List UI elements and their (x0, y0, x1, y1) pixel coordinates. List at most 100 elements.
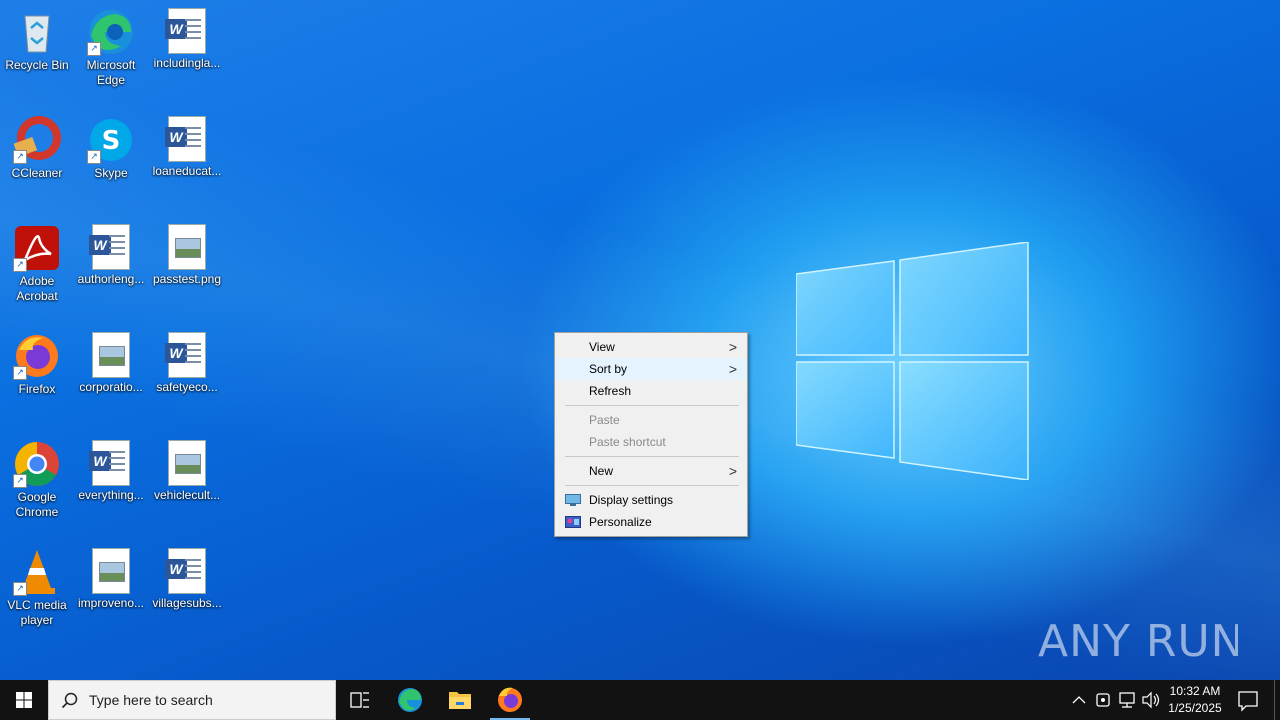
network-icon (1119, 692, 1135, 708)
notification-icon (1238, 691, 1258, 712)
word-document-icon: W (165, 116, 206, 162)
desktop-icon-word-doc[interactable]: W loaneducat... (150, 114, 224, 179)
desktop-icon-label: includingla... (153, 56, 221, 70)
menu-item-refresh[interactable]: Refresh (555, 380, 747, 402)
taskbar-search-box[interactable]: Type here to search (48, 680, 336, 720)
taskbar-clock[interactable]: 10:32 AM 1/25/2025 (1162, 683, 1228, 717)
show-desktop-button[interactable] (1274, 680, 1280, 720)
image-file-icon (92, 548, 130, 594)
menu-item-view[interactable]: View > (555, 336, 747, 358)
search-icon (61, 692, 78, 709)
tray-device-button[interactable] (1092, 680, 1114, 720)
taskbar-firefox-button[interactable] (486, 680, 534, 720)
desktop-icon-label: improveno... (77, 596, 145, 610)
desktop-context-menu: View > Sort by > Refresh Paste Paste sho… (554, 332, 748, 537)
desktop-icon-skype[interactable]: S ↗ Skype (74, 114, 148, 181)
image-file-icon (168, 224, 206, 270)
taskbar: Type here to search 10:32 AM 1/25/2025 (0, 680, 1280, 720)
tray-volume-button[interactable] (1140, 680, 1162, 720)
shortcut-arrow-icon: ↗ (13, 150, 27, 164)
edge-icon (398, 688, 422, 712)
usb-device-icon (1096, 693, 1110, 707)
chevron-right-icon: > (728, 361, 737, 377)
clock-time: 10:32 AM (1169, 684, 1221, 698)
desktop-icon-label: Microsoft Edge (86, 58, 136, 87)
windows-start-icon (16, 692, 32, 708)
desktop-icon-label: Firefox (18, 382, 56, 396)
desktop-icon-word-doc[interactable]: W safetyeco... (150, 330, 224, 395)
desktop-icon-word-doc[interactable]: W everything... (74, 438, 148, 503)
desktop-icon-label: authorleng... (77, 272, 145, 286)
desktop-icon-image-file[interactable]: improveno... (74, 546, 148, 611)
menu-separator (565, 456, 739, 457)
desktop-icon-label: VLC media player (7, 598, 67, 627)
desktop-icon-ccleaner[interactable]: ↗ CCleaner (0, 114, 74, 181)
ccleaner-icon: ↗ (13, 116, 61, 164)
desktop-icon-label: Recycle Bin (5, 58, 69, 72)
menu-item-label: Paste (589, 413, 620, 427)
edge-icon: ↗ (87, 8, 135, 56)
shortcut-arrow-icon: ↗ (13, 258, 27, 272)
desktop-icon-label: passtest.png (152, 272, 222, 286)
menu-separator (565, 405, 739, 406)
task-view-icon (350, 692, 369, 708)
desktop-icon-firefox[interactable]: ↗ Firefox (0, 330, 74, 397)
menu-item-label: Sort by (589, 362, 628, 376)
desktop-icon-microsoft-edge[interactable]: ↗ Microsoft Edge (74, 6, 148, 88)
desktop-icon-label: everything... (78, 488, 144, 502)
desktop-icon-google-chrome[interactable]: ↗ Google Chrome (0, 438, 74, 520)
desktop-icon-label: villagesubs... (152, 596, 222, 610)
vlc-cone-icon: ↗ (13, 548, 61, 596)
desktop-icon-image-file[interactable]: vehiclecult... (150, 438, 224, 503)
taskbar-edge-button[interactable] (386, 680, 434, 720)
desktop-icon-label: Google Chrome (15, 490, 59, 519)
windows-logo-wallpaper (795, 241, 1030, 481)
word-document-icon: W (165, 8, 206, 54)
task-view-button[interactable] (336, 680, 384, 720)
menu-item-label: View (589, 340, 615, 354)
desktop-icon-recycle-bin[interactable]: Recycle Bin (0, 6, 74, 73)
chevron-right-icon: > (728, 339, 737, 355)
clock-date: 1/25/2025 (1168, 701, 1222, 715)
chevron-up-icon (1072, 696, 1086, 704)
desktop-icon-image-file[interactable]: passtest.png (150, 222, 224, 287)
menu-separator (565, 485, 739, 486)
file-explorer-icon (449, 692, 471, 709)
menu-item-label: New (589, 464, 614, 478)
desktop-icon-label: CCleaner (11, 166, 63, 180)
show-hidden-icons-button[interactable] (1068, 680, 1090, 720)
menu-item-sort-by[interactable]: Sort by > (555, 358, 747, 380)
menu-item-paste: Paste (555, 409, 747, 431)
menu-item-display-settings[interactable]: Display settings (555, 489, 747, 511)
shortcut-arrow-icon: ↗ (13, 366, 27, 380)
desktop-icon-label: Skype (94, 166, 128, 180)
desktop-icon-label: safetyeco... (156, 380, 218, 394)
desktop-icon-adobe-acrobat[interactable]: ↗ Adobe Acrobat (0, 222, 74, 304)
word-document-icon: W (165, 332, 206, 378)
desktop[interactable]: Recycle Bin ↗ CCleaner ↗ Adobe Acrobat ↗… (0, 0, 1280, 680)
search-placeholder: Type here to search (89, 692, 213, 708)
desktop-icon-word-doc[interactable]: W authorleng... (74, 222, 148, 287)
desktop-icon-vlc[interactable]: ↗ VLC media player (0, 546, 74, 628)
desktop-icon-label: Adobe Acrobat (16, 274, 58, 303)
start-button[interactable] (0, 680, 48, 720)
tray-network-button[interactable] (1116, 680, 1138, 720)
chevron-right-icon: > (728, 463, 737, 479)
word-document-icon: W (89, 440, 130, 486)
firefox-icon (498, 687, 522, 712)
menu-item-new[interactable]: New > (555, 460, 747, 482)
action-center-button[interactable] (1232, 680, 1264, 720)
watermark-text: ANY RUN (1038, 616, 1238, 667)
shortcut-arrow-icon: ↗ (13, 474, 27, 488)
desktop-icon-word-doc[interactable]: W villagesubs... (150, 546, 224, 611)
skype-icon: S ↗ (87, 116, 135, 164)
desktop-icon-label: loaneducat... (152, 164, 222, 178)
taskbar-file-explorer-button[interactable] (436, 680, 484, 720)
image-file-icon (168, 440, 206, 486)
anyrun-watermark: ANY RUN (1038, 606, 1244, 672)
desktop-icon-image-file[interactable]: corporatio... (74, 330, 148, 395)
menu-item-personalize[interactable]: Personalize (555, 511, 747, 533)
desktop-icon-word-doc[interactable]: W includingla... (150, 6, 224, 71)
shortcut-arrow-icon: ↗ (13, 582, 27, 596)
shortcut-arrow-icon: ↗ (87, 42, 101, 56)
